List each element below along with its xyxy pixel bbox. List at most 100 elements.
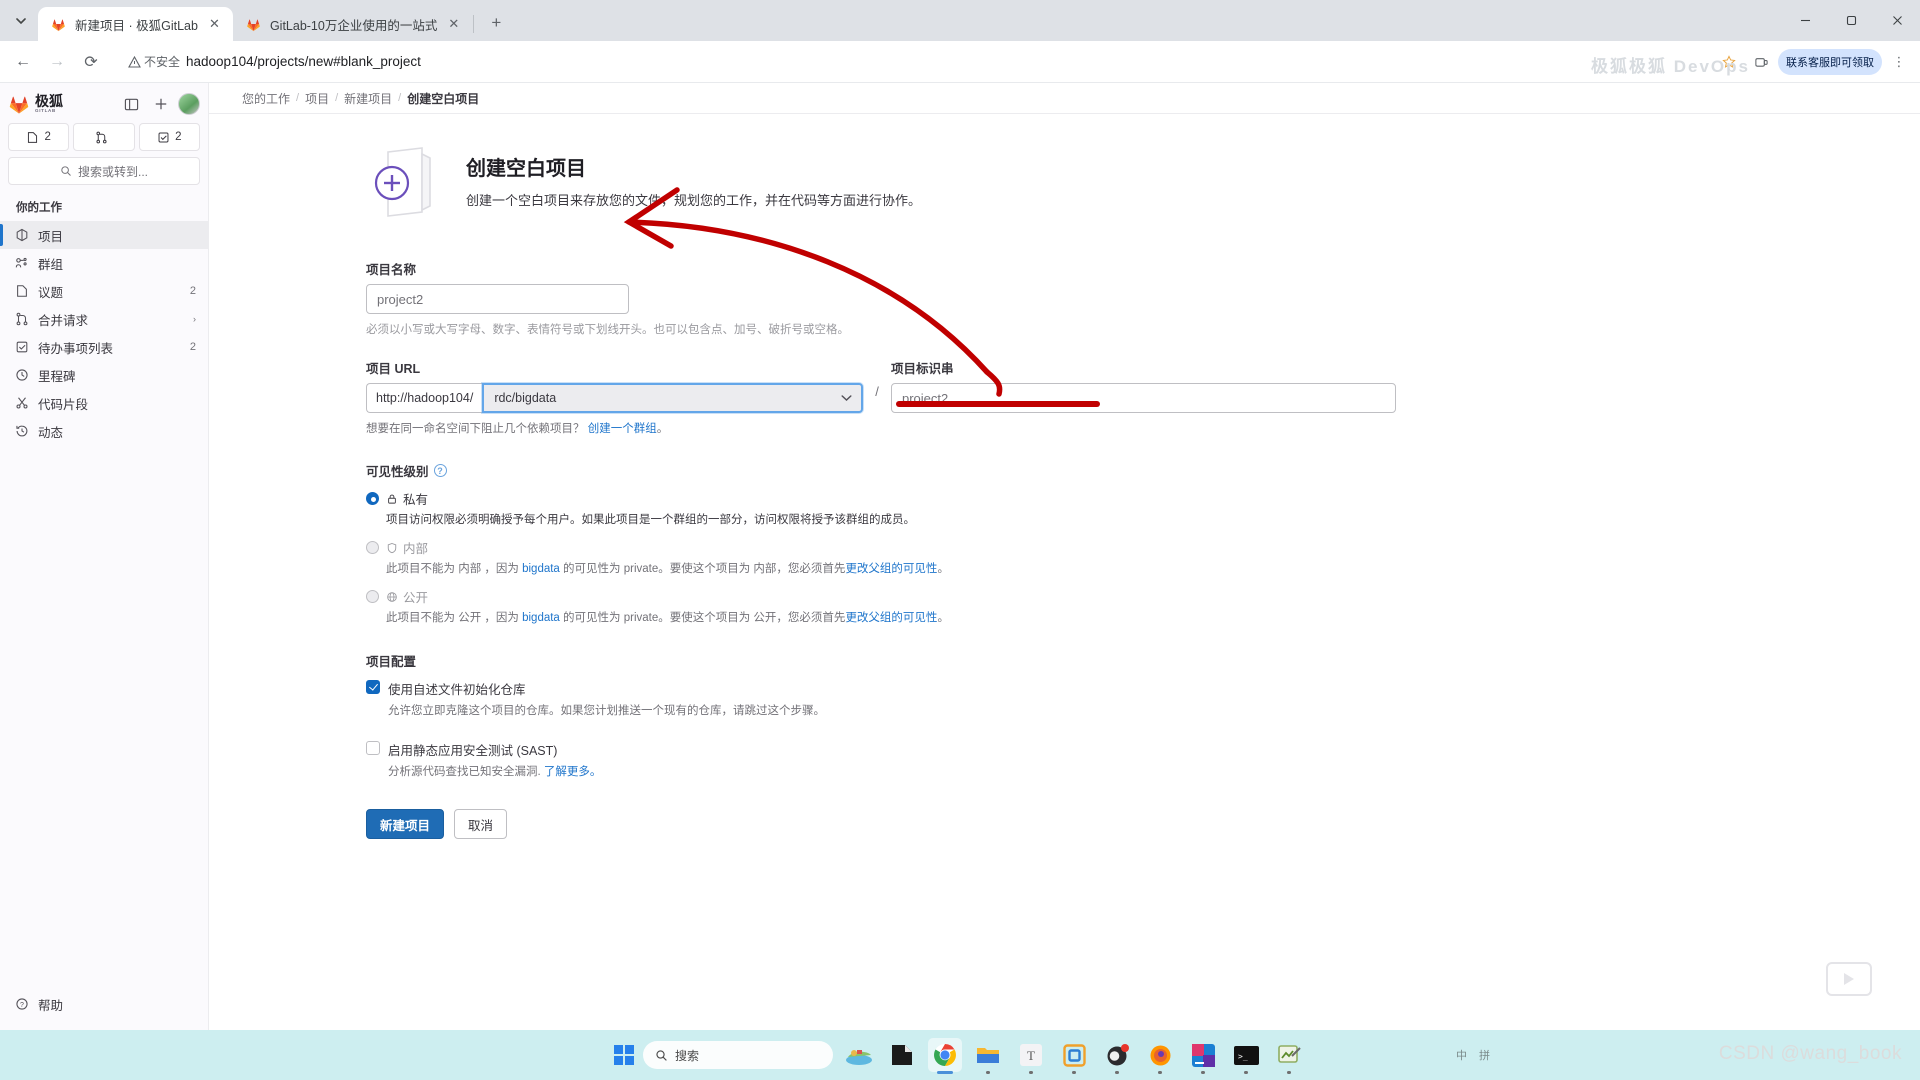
counter-todos[interactable]: 2	[138, 123, 200, 151]
running-indicator	[1158, 1071, 1162, 1074]
desc-part-2: 的可见性为 private。要使这个项目为 公开，您必须首先	[559, 612, 846, 624]
config-option-sast: 启用静态应用安全测试 (SAST) 分析源代码查找已知安全漏洞. 了解更多。	[366, 740, 1396, 779]
firefox-icon[interactable]	[1143, 1038, 1177, 1074]
radio-private[interactable]	[366, 492, 379, 505]
visibility-radio-private[interactable]: 私有	[366, 489, 1396, 508]
avatar[interactable]	[178, 93, 200, 115]
configuration-section-title: 项目配置	[366, 655, 417, 669]
forward-icon[interactable]: →	[40, 45, 74, 79]
sast-checkbox-row[interactable]: 启用静态应用安全测试 (SAST)	[366, 740, 1396, 759]
cancel-button[interactable]: 取消	[454, 809, 508, 839]
sast-checkbox[interactable]	[366, 741, 380, 755]
jetbrains-icon[interactable]	[1186, 1038, 1220, 1074]
sidebar-header: 极狐 GITLAB	[0, 83, 208, 123]
counter-issues[interactable]: 2	[8, 123, 70, 151]
visibility-radio-internal[interactable]: 内部	[366, 538, 1396, 557]
readme-checkbox-row[interactable]: 使用自述文件初始化仓库	[366, 679, 1396, 698]
typora-icon[interactable]: T	[1014, 1038, 1048, 1074]
sidebar-toggle-icon[interactable]	[118, 91, 144, 117]
sidebar-item-todos[interactable]: 待办事项列表 2	[0, 333, 208, 361]
scissors-icon	[14, 396, 29, 410]
vmware-icon[interactable]	[1057, 1038, 1091, 1074]
namespace-value: rdc/bigdata	[494, 391, 557, 405]
minimize-icon[interactable]	[1782, 0, 1828, 41]
sidebar-item-issues[interactable]: 议题 2	[0, 277, 208, 305]
chrome-menu-icon[interactable]: ⋮	[1884, 47, 1914, 77]
shield-icon	[387, 542, 397, 553]
taskbar-center-group: 搜索 T >_	[614, 1038, 1306, 1074]
close-icon[interactable]: ✕	[206, 16, 223, 33]
readme-checkbox[interactable]	[366, 680, 380, 694]
sidebar-section-title: 你的工作	[16, 202, 62, 214]
visibility-option-private: 私有 项目访问权限必须明确授予每个用户。如果此项目是一个群组的一部分，访问权限将…	[366, 489, 1396, 527]
radio-internal[interactable]	[366, 541, 379, 554]
terminal-icon[interactable]: >_	[1229, 1038, 1263, 1074]
sidebar-item-snippets[interactable]: 代码片段	[0, 389, 208, 417]
gitlab-brand[interactable]: 极狐 GITLAB	[8, 93, 114, 115]
label-text: 公开	[403, 591, 429, 605]
breadcrumb-item-0[interactable]: 您的工作	[242, 90, 290, 107]
create-group-link[interactable]: 创建一个群组	[588, 423, 657, 435]
visibility-radio-public[interactable]: 公开	[366, 587, 1396, 606]
dark-app-icon[interactable]	[885, 1038, 919, 1072]
globe-icon	[387, 591, 397, 602]
profile-promo-pill[interactable]: 联系客服即可领取	[1778, 48, 1882, 75]
gitlab-fox-icon	[8, 93, 30, 115]
sidebar-item-label: 议题	[38, 285, 64, 300]
question-circle-icon[interactable]: ?	[433, 464, 447, 477]
taskbar-search-input[interactable]: 搜索	[643, 1041, 833, 1069]
project-name-input[interactable]: project2	[366, 284, 629, 314]
obs-icon[interactable]	[1100, 1038, 1134, 1074]
maximize-icon[interactable]	[1828, 0, 1874, 41]
extensions-icon[interactable]	[1746, 47, 1776, 77]
snipaste-icon[interactable]	[1272, 1038, 1306, 1074]
browser-tab-1[interactable]: GitLab-10万企业使用的一站式 ✕	[233, 7, 472, 41]
label-text: 内部	[403, 542, 429, 556]
counter-todos-value: 2	[175, 131, 182, 143]
tab-search-button[interactable]	[4, 4, 38, 38]
create-project-button[interactable]: 新建项目	[366, 809, 445, 839]
windows-logo-icon[interactable]	[614, 1045, 634, 1065]
plus-icon[interactable]	[148, 91, 174, 117]
address-bar[interactable]: 不安全 hadoop104/projects/new#blank_project	[116, 46, 1714, 77]
breadcrumb-item-2[interactable]: 新建项目	[344, 90, 392, 107]
running-indicator	[1287, 1071, 1291, 1074]
issues-icon	[14, 284, 29, 298]
tab-title: GitLab-10万企业使用的一站式	[269, 18, 438, 33]
radio-public[interactable]	[366, 590, 379, 603]
sidebar-item-milestones[interactable]: 里程碑	[0, 361, 208, 389]
close-icon[interactable]: ✕	[445, 16, 462, 33]
sidebar-item-label: 群组	[38, 257, 64, 272]
counter-issues-value: 2	[44, 131, 51, 143]
weather-widget-icon[interactable]	[842, 1038, 876, 1072]
file-explorer-icon[interactable]	[971, 1038, 1005, 1074]
back-icon[interactable]: ←	[6, 45, 40, 79]
change-parent-visibility-link[interactable]: 更改父组的可见性	[845, 563, 937, 575]
desc-part-3: 。	[937, 612, 949, 624]
breadcrumb-item-1[interactable]: 项目	[305, 90, 329, 107]
search-placeholder: 搜索或转到...	[77, 164, 148, 179]
search-input[interactable]: 搜索或转到...	[8, 157, 200, 185]
learn-more-link[interactable]: 了解更多。	[544, 766, 602, 778]
form-hero: 创建空白项目 创建一个空白项目来存放您的文件，规划您的工作，并在代码等方面进行协…	[366, 142, 1396, 222]
counter-merge-requests[interactable]	[73, 123, 135, 151]
windows-taskbar: 搜索 T >_ 中 拼 CSDN @wang_book	[0, 1030, 1920, 1080]
issues-icon	[28, 131, 38, 143]
new-tab-button[interactable]: +	[481, 8, 511, 38]
sidebar-item-groups[interactable]: 群组	[0, 249, 208, 277]
sidebar-item-help[interactable]: ? 帮助	[0, 990, 208, 1018]
browser-tab-0[interactable]: 新建项目 · 极狐GitLab ✕	[38, 7, 233, 41]
reload-icon[interactable]: ⟳	[74, 45, 108, 79]
change-parent-visibility-link[interactable]: 更改父组的可见性	[845, 612, 937, 624]
sidebar-item-activity[interactable]: 动态	[0, 417, 208, 445]
project-slug-input[interactable]: project2	[891, 383, 1396, 413]
sidebar-item-projects[interactable]: 项目	[0, 221, 208, 249]
tray-ime-1[interactable]: 拼	[1479, 1047, 1490, 1063]
namespace-select[interactable]: rdc/bigdata	[482, 383, 863, 413]
chrome-icon[interactable]	[928, 1038, 962, 1074]
not-secure-badge[interactable]: 不安全	[128, 53, 180, 70]
tray-ime-0[interactable]: 中	[1456, 1047, 1467, 1063]
close-icon[interactable]	[1874, 0, 1920, 41]
brand-sub: GITLAB	[35, 108, 56, 114]
sidebar-item-merge-requests[interactable]: 合并请求 ›	[0, 305, 208, 333]
